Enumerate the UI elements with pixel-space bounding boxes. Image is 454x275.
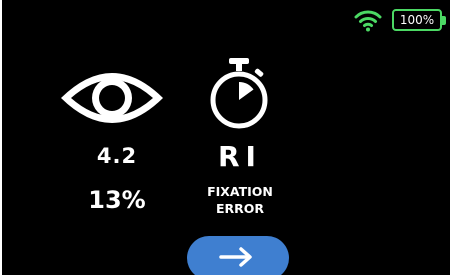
status-bar: 100% [354,6,446,34]
arrow-right-icon [219,247,252,267]
fixation-error-label: FIXATION ERROR [190,183,290,217]
device-screen: 100% 4.2 13% RI FIXATION ERROR [2,0,450,275]
battery-icon: 100% [392,9,446,31]
battery-level-text: 100% [399,13,435,27]
battery-tip [442,15,446,25]
result-code: RI [218,140,262,173]
score-value: 4.2 [96,144,138,168]
stopwatch-icon [210,58,268,129]
next-button[interactable] [187,236,289,275]
error-label-line1: FIXATION [207,184,273,199]
eye-icon [61,73,163,123]
wifi-icon [354,10,382,32]
error-label-line2: ERROR [215,201,265,216]
percent-value: 13% [88,186,146,214]
battery-body: 100% [392,9,442,31]
